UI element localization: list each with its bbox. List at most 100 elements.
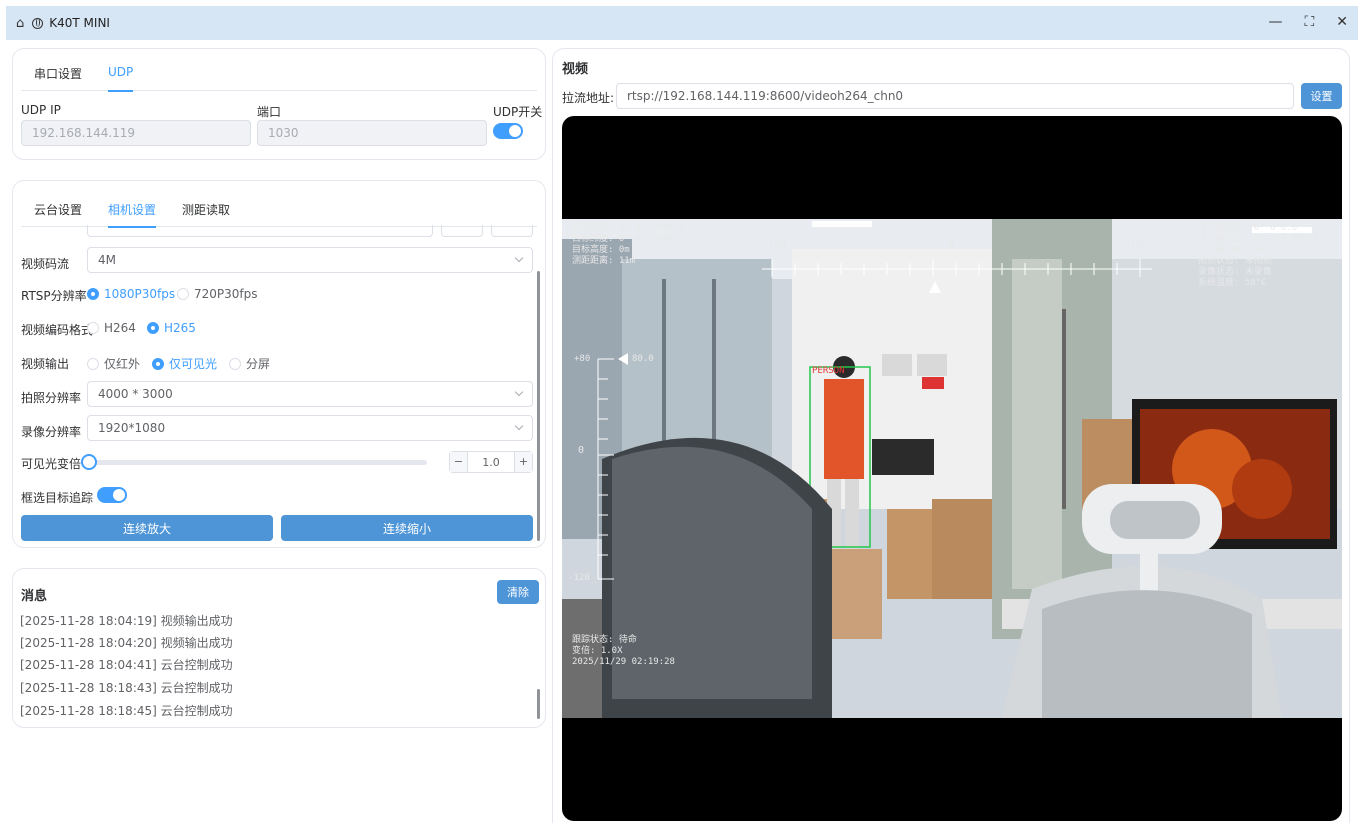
output-option-label: 仅可见光 (169, 357, 218, 371)
radio-dot (152, 357, 164, 370)
radio-dot (87, 322, 99, 334)
pitch-value: 80.0 (632, 354, 654, 364)
globe-icon (32, 17, 44, 29)
zoom-label: 可见光变倍 (21, 457, 82, 471)
photo-res-label: 拍照分辨率 (21, 391, 82, 405)
output-radio-visible[interactable]: 仅可见光 (152, 355, 217, 372)
radio-dot (177, 288, 189, 300)
codec-radio-h264[interactable]: H264 (87, 321, 136, 335)
output-option-label: 仅红外 (104, 357, 141, 371)
video-player[interactable]: 目标经度: 0° 0'0.000"W 目标纬度: 0° 0'0.000"S 目标… (562, 116, 1342, 821)
set-url-button[interactable]: 设置 (1301, 83, 1342, 109)
zoom-plus-button[interactable]: + (514, 452, 532, 472)
record-res-select[interactable]: 1920*1080 (87, 415, 533, 441)
codec-option-label: H265 (164, 321, 196, 335)
title-bar: ⌂ K40T MINI — ⛶ ✕ (6, 6, 1358, 40)
osd-target-info: 目标经度: 0° 0'0.000"W 目标纬度: 0° 0'0.000"S 目标… (572, 223, 684, 266)
radio-dot (147, 322, 159, 334)
clear-button[interactable]: 清除 (497, 580, 539, 604)
pitch-label-bottom: -120 (568, 573, 590, 583)
minimize-icon[interactable]: — (1268, 14, 1282, 30)
radio-dot (87, 288, 99, 300)
port-input[interactable]: 1030 (257, 120, 487, 146)
pitch-label-mid: 0 (578, 445, 585, 456)
connection-tabs: 串口设置 UDP (21, 65, 537, 92)
zoom-value[interactable]: 1.0 (468, 456, 514, 469)
photo-res-value: 4000 * 3000 (98, 387, 173, 401)
camera-tabs: 云台设置 相机设置 测距读取 (21, 201, 537, 228)
chevron-down-icon (514, 387, 524, 397)
log-entry: [2025-11-28 18:04:41] 云台控制成功 (20, 658, 233, 672)
rtsp-option-label: 720P30fps (194, 287, 258, 301)
output-label: 视频输出 (21, 357, 70, 371)
tab-udp[interactable]: UDP (95, 65, 146, 92)
video-title: 视频 (562, 62, 589, 77)
zoom-slider-handle[interactable] (81, 454, 97, 470)
codec-option-label: H264 (104, 321, 136, 335)
heading-label-right: +150 (1124, 241, 1149, 252)
log-entry: [2025-11-28 18:04:20] 视频输出成功 (20, 636, 233, 650)
video-scene (562, 219, 1342, 718)
heading-label-left: 150 (768, 241, 787, 252)
udp-ip-input[interactable]: 192.168.144.119 (21, 120, 251, 146)
scrolled-field (491, 225, 533, 237)
record-res-value: 1920*1080 (98, 421, 166, 435)
bitrate-value: 4M (98, 253, 116, 267)
scrollbar[interactable] (537, 689, 540, 719)
radio-dot (87, 357, 99, 370)
messages-title: 消息 (21, 589, 48, 604)
home-icon[interactable]: ⌂ (16, 16, 24, 31)
codec-label: 视频编码格式 (21, 323, 94, 337)
udp-switch-label: UDP开关 (493, 105, 543, 119)
chevron-down-icon (514, 421, 524, 431)
heading-label-center: 0 (948, 239, 955, 250)
window-title: K40T MINI (49, 16, 110, 30)
zoom-stepper[interactable]: − 1.0 + (449, 451, 533, 473)
log-entry: [2025-11-28 18:18:43] 云台控制成功 (20, 681, 233, 695)
zoom-out-button[interactable]: 连续缩小 (281, 515, 533, 541)
tab-serial[interactable]: 串口设置 (21, 65, 95, 90)
heading-value: -10.8 (928, 297, 956, 307)
udp-ip-label: UDP IP (21, 103, 61, 117)
output-radio-ir[interactable]: 仅红外 (87, 355, 140, 372)
rtsp-option-label: 1080P30fps (104, 287, 176, 301)
log-entry: [2025-11-28 18:04:19] 视频输出成功 (20, 614, 233, 628)
tracking-label: 框选目标追踪 (21, 491, 94, 505)
pitch-label-top: +80 (574, 354, 591, 364)
scrolled-field (87, 225, 433, 237)
maximize-icon[interactable]: ⛶ (1304, 14, 1314, 30)
bitrate-label: 视频码流 (21, 257, 70, 271)
stream-url-input[interactable]: rtsp://192.168.144.119:8600/videoh264_ch… (616, 83, 1294, 109)
record-res-label: 录像分辨率 (21, 425, 82, 439)
osd-status-info: 跟踪状态: 待命 变倍: 1.0X 2025/11/29 02:19:28 (572, 635, 675, 667)
rtsp-radio-720p[interactable]: 720P30fps (177, 287, 258, 301)
output-radio-split[interactable]: 分屏 (229, 355, 270, 372)
photo-res-select[interactable]: 4000 * 3000 (87, 381, 533, 407)
connection-panel: 串口设置 UDP UDP IP 192.168.144.119 端口 1030 … (12, 48, 546, 160)
close-icon[interactable]: ✕ (1336, 14, 1348, 30)
output-option-label: 分屏 (246, 357, 271, 371)
zoom-in-button[interactable]: 连续放大 (21, 515, 273, 541)
zoom-slider-track[interactable] (89, 460, 427, 465)
scrollbar[interactable] (537, 271, 540, 541)
log-entry: [2025-11-28 18:18:45] 云台控制成功 (20, 704, 233, 718)
tab-ranging[interactable]: 测距读取 (169, 201, 243, 226)
radio-dot (229, 357, 241, 370)
tracking-switch[interactable] (97, 487, 127, 503)
codec-radio-h265[interactable]: H265 (147, 321, 196, 335)
camera-panel: 云台设置 相机设置 测距读取 视频码流 4M RTSP分辨率 1080P30fp… (12, 180, 546, 548)
chevron-down-icon (514, 253, 524, 263)
zoom-minus-button[interactable]: − (450, 452, 468, 472)
tab-camera[interactable]: 相机设置 (95, 201, 169, 228)
scrolled-field (441, 225, 483, 237)
rtsp-label: RTSP分辨率 (21, 289, 87, 303)
tab-gimbal[interactable]: 云台设置 (21, 201, 95, 226)
url-label: 拉流地址: (562, 91, 615, 105)
osd-aircraft-info: 飞行器经度: 0° 0'0.0 飞行器纬度: 0° 0'0.000"S 飞行器高… (1198, 223, 1319, 288)
udp-switch[interactable] (493, 123, 523, 139)
rtsp-radio-1080p[interactable]: 1080P30fps (87, 287, 175, 301)
detection-label: PERSON (812, 366, 845, 376)
bitrate-select[interactable]: 4M (87, 247, 533, 273)
port-label: 端口 (257, 105, 282, 119)
video-frame: 目标经度: 0° 0'0.000"W 目标纬度: 0° 0'0.000"S 目标… (562, 219, 1342, 718)
